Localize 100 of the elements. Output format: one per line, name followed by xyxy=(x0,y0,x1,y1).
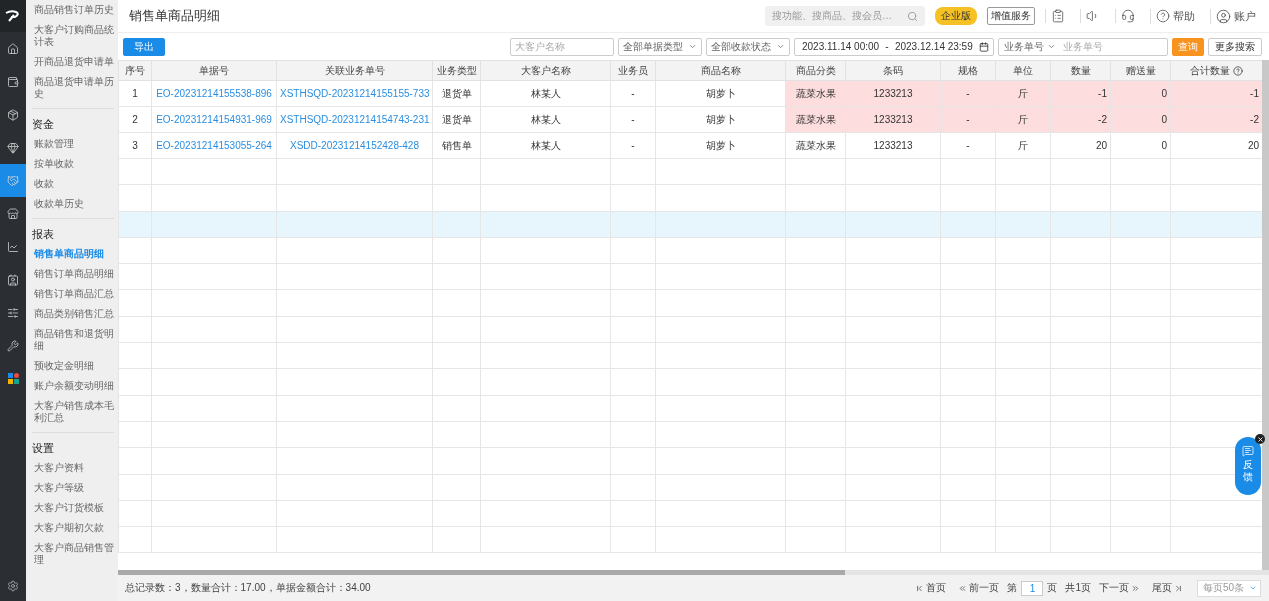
table-cell: 20 xyxy=(1050,132,1111,159)
account-link[interactable]: 账户 xyxy=(1234,8,1256,24)
sidebar-item[interactable]: 商品退货申请单历史 xyxy=(32,72,114,104)
table-cell: 林某人 xyxy=(480,106,611,133)
date-range-field[interactable]: 2023.11.14 00:00 - 2023.12.14 23:59 xyxy=(794,37,994,56)
prev-page-link[interactable]: 前一页 xyxy=(954,581,1004,595)
sidebar-item[interactable]: 大客户等级 xyxy=(32,478,114,498)
sidebar-item[interactable]: 按单收款 xyxy=(32,154,114,174)
order-link[interactable]: EO-20231214154931-969 xyxy=(151,106,277,133)
order-link[interactable]: EO-20231214155538-896 xyxy=(151,80,277,107)
sidebar-item[interactable]: 销售单商品明细 xyxy=(32,244,114,264)
order-link[interactable]: XSTHSQD-20231214155155-733 xyxy=(276,80,433,107)
sidebar-item[interactable]: 大客户订购商品统计表 xyxy=(32,20,114,52)
close-icon xyxy=(1256,435,1264,443)
store-icon xyxy=(7,207,19,220)
caret-icon xyxy=(1047,42,1056,51)
column-header: 大客户名称 xyxy=(480,60,611,81)
number-search-field[interactable]: 业务单号 业务单号 xyxy=(998,37,1168,56)
table-cell: 胡萝卜 xyxy=(655,80,786,107)
column-header: 关联业务单号 xyxy=(276,60,433,81)
table-cell: 胡萝卜 xyxy=(655,106,786,133)
sidebar-item[interactable]: 开商品退货申请单 xyxy=(32,52,114,72)
sidebar-item[interactable]: 收款 xyxy=(32,174,114,194)
first-page-link[interactable]: 首页 xyxy=(911,581,951,595)
last-page-icon xyxy=(1174,583,1183,593)
column-header: 合计数量 xyxy=(1170,60,1262,81)
table-cell: 销售单 xyxy=(432,132,481,159)
order-link[interactable]: XSTHSQD-20231214154743-231 xyxy=(276,106,433,133)
page-size-select[interactable]: 每页50条 xyxy=(1197,579,1261,597)
clipboard-icon[interactable] xyxy=(1051,9,1065,23)
column-header: 单位 xyxy=(995,60,1051,81)
sidebar-item[interactable]: 商品销售和退货明细 xyxy=(32,324,114,356)
sidebar-item[interactable]: 预收定金明细 xyxy=(32,356,114,376)
table-cell: - xyxy=(610,106,656,133)
column-header: 规格 xyxy=(940,60,996,81)
column-header: 赠送量 xyxy=(1110,60,1171,81)
account-icon[interactable] xyxy=(1216,8,1231,24)
table-cell: 林某人 xyxy=(480,132,611,159)
table-cell: 1233213 xyxy=(845,106,941,133)
order-link[interactable]: XSDD-20231214152428-428 xyxy=(276,132,433,159)
export-button[interactable]: 导出 xyxy=(123,37,165,56)
page-total: 共1页 xyxy=(1065,581,1091,595)
column-header: 业务员 xyxy=(610,60,656,81)
next-page-link[interactable]: 下一页 xyxy=(1095,581,1144,595)
table-cell: 0 xyxy=(1110,132,1171,159)
table-cell: 蔬菜水果 xyxy=(785,132,846,159)
table-cell: 1233213 xyxy=(845,80,941,107)
vertical-scrollbar[interactable] xyxy=(1262,60,1269,570)
page-label: 页 xyxy=(1047,581,1058,595)
table-cell: 退货单 xyxy=(432,80,481,107)
help-icon xyxy=(1233,65,1243,76)
table-cell: - xyxy=(610,80,656,107)
contact-card-icon xyxy=(7,273,19,286)
close-button[interactable] xyxy=(1255,434,1265,444)
table-cell: 1 xyxy=(118,80,152,107)
sidebar-item[interactable]: 大客户订货模板 xyxy=(32,498,114,518)
gem-icon xyxy=(7,141,19,154)
wrench-icon xyxy=(7,339,19,352)
sidebar-item[interactable]: 大客户商品销售管理 xyxy=(32,538,114,570)
column-header: 商品名称 xyxy=(655,60,786,81)
help-link[interactable]: 帮助 xyxy=(1173,8,1195,24)
sidebar-item[interactable]: 大客户销售成本毛利汇总 xyxy=(32,396,114,428)
logo-icon xyxy=(5,10,21,22)
horizontal-scrollbar[interactable] xyxy=(118,570,1269,575)
chart-icon xyxy=(7,240,19,253)
table-cell: 胡萝卜 xyxy=(655,132,786,159)
sidebar-item[interactable]: 收款单历史 xyxy=(32,194,114,214)
sidebar-item[interactable]: 大客户期初欠款 xyxy=(32,518,114,538)
help-icon[interactable] xyxy=(1156,9,1170,23)
last-page-link[interactable]: 尾页 xyxy=(1148,581,1187,595)
table-cell: - xyxy=(940,132,996,159)
wallet-icon xyxy=(7,75,19,88)
sidebar-item[interactable]: 大客户资料 xyxy=(32,458,114,478)
search-icon xyxy=(907,10,918,22)
service-button[interactable]: 增值服务 xyxy=(987,7,1035,25)
table-cell: 1233213 xyxy=(845,132,941,159)
sidebar-heading: 报表 xyxy=(32,227,55,242)
house-icon xyxy=(7,42,19,55)
type-select[interactable]: 全部单据类型 xyxy=(618,37,702,56)
settings-icon[interactable] xyxy=(7,580,19,592)
caret-icon xyxy=(776,42,785,51)
table-cell: 林某人 xyxy=(480,80,611,107)
first-page-icon xyxy=(915,583,925,593)
caret-icon xyxy=(1249,584,1257,592)
customer-name-field[interactable]: 大客户名称 xyxy=(510,37,614,56)
sidebar-item[interactable]: 账户余额变动明细 xyxy=(32,376,114,396)
page-number-field[interactable]: 1 xyxy=(1021,580,1044,596)
table-cell: 3 xyxy=(118,132,152,159)
table-cell: 斤 xyxy=(995,132,1051,159)
status-select[interactable]: 全部收款状态 xyxy=(706,37,790,56)
more-search-button[interactable]: 更多搜索 xyxy=(1208,37,1262,56)
sidebar-item[interactable]: 商品销售订单历史 xyxy=(32,0,114,20)
headset-icon[interactable] xyxy=(1121,9,1135,23)
order-link[interactable]: EO-20231214153055-264 xyxy=(151,132,277,159)
sidebar-item[interactable]: 销售订单商品明细 xyxy=(32,264,114,284)
column-header: 条码 xyxy=(845,60,941,81)
sidebar-item[interactable]: 商品类别销售汇总 xyxy=(32,304,114,324)
table-cell: - xyxy=(610,132,656,159)
sidebar-item[interactable]: 销售订单商品汇总 xyxy=(32,284,114,304)
sidebar-item[interactable]: 账款管理 xyxy=(32,134,114,154)
